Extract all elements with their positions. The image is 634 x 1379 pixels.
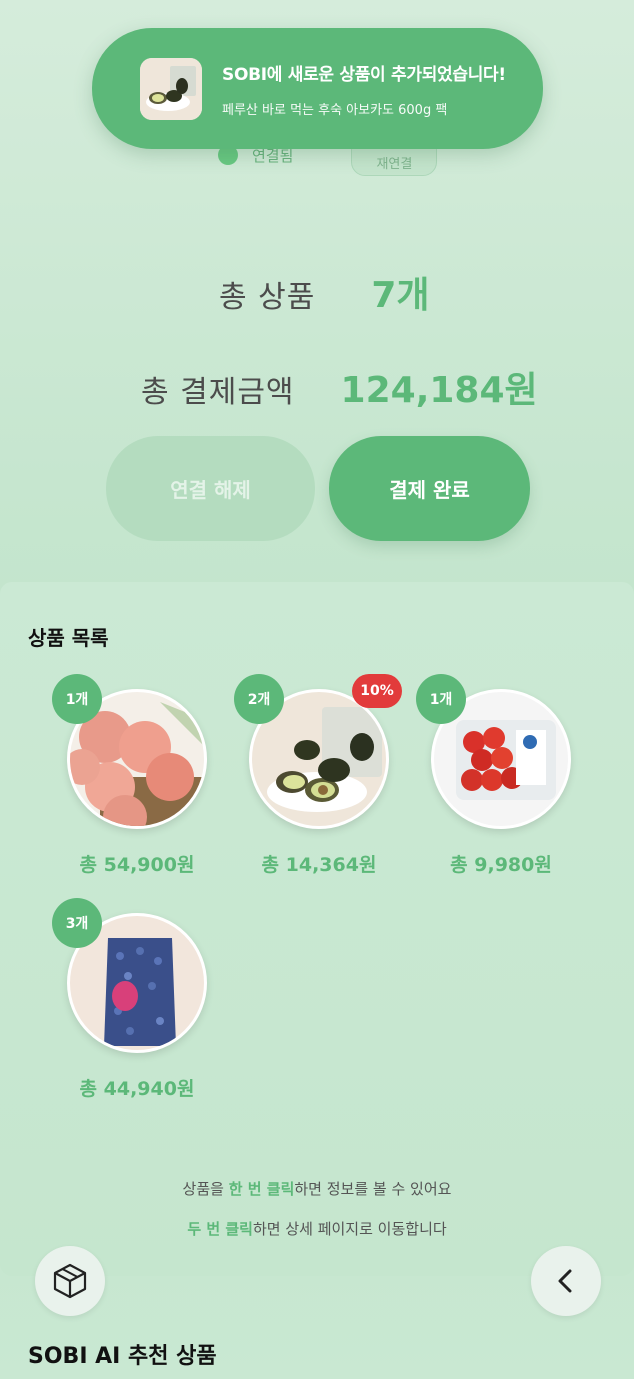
product-total: 총 9,980원 bbox=[450, 854, 552, 876]
product-item-avocado[interactable]: 2개 10% 총 14,364원 bbox=[234, 674, 402, 894]
product-item-peach[interactable]: 1개 총 54,900원 bbox=[52, 674, 212, 894]
product-item-tomato[interactable]: 1개 총 9,980원 bbox=[416, 674, 576, 894]
new-product-toast[interactable]: SOBI에 새로운 상품이 추가되었습니다! 페루산 바로 먹는 후숙 아보카도… bbox=[92, 28, 543, 149]
disconnect-button[interactable]: 연결 해제 bbox=[106, 436, 315, 541]
toast-product-thumbnail bbox=[140, 57, 202, 120]
product-total: 총 44,940원 bbox=[79, 1078, 195, 1100]
total-items-row: 총 상품 7개 bbox=[219, 266, 430, 318]
discount-badge: 10% bbox=[352, 674, 402, 708]
product-list-title: 상품 목록 bbox=[28, 626, 109, 650]
product-list-panel: 상품 목록 1개 총 54,900원 2개 10% 총 14,364원 1개 총… bbox=[0, 582, 634, 1276]
total-items-label: 총 상품 bbox=[219, 280, 316, 315]
quantity-badge: 2개 bbox=[234, 674, 284, 724]
quantity-badge: 1개 bbox=[416, 674, 466, 724]
quantity-badge: 3개 bbox=[52, 898, 102, 948]
toast-subtitle: 페루산 바로 먹는 후숙 아보카도 600g 팩 bbox=[222, 102, 448, 118]
hint-double-click: 두 번 클릭하면 상세 페이지로 이동합니다 bbox=[187, 1220, 447, 1238]
toast-title: SOBI에 새로운 상품이 추가되었습니다! bbox=[222, 64, 506, 85]
quantity-badge: 1개 bbox=[52, 674, 102, 724]
product-total: 총 14,364원 bbox=[261, 854, 377, 876]
complete-payment-button[interactable]: 결제 완료 bbox=[329, 436, 530, 541]
chevron-left-icon bbox=[558, 1269, 572, 1293]
cart-box-button[interactable] bbox=[35, 1246, 105, 1316]
hint-single-click: 상품을 한 번 클릭하면 정보를 볼 수 있어요 bbox=[182, 1180, 452, 1198]
total-price-row: 총 결제금액 124,184원 bbox=[141, 361, 538, 413]
box-icon bbox=[53, 1263, 87, 1299]
product-item-blueberry[interactable]: 3개 총 44,940원 bbox=[52, 898, 212, 1118]
total-items-value: 7개 bbox=[371, 275, 430, 316]
product-total: 총 54,900원 bbox=[79, 854, 195, 876]
total-price-label: 총 결제금액 bbox=[141, 375, 295, 410]
total-price-value: 124,184원 bbox=[340, 370, 538, 411]
back-button[interactable] bbox=[531, 1246, 601, 1316]
recommend-section-title: SOBI AI 추천 상품 bbox=[28, 1344, 217, 1369]
